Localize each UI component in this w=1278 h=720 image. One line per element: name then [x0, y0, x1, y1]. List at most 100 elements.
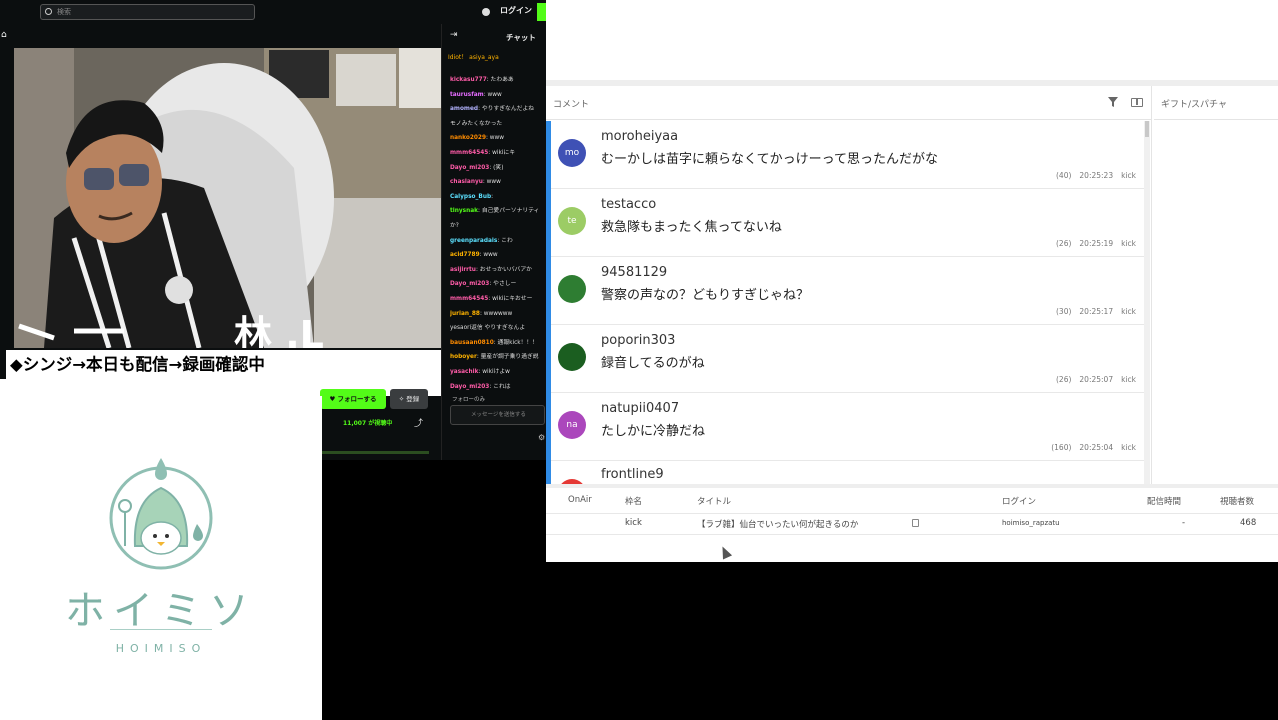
chat-username[interactable]: hoboyer: [450, 354, 477, 360]
chat-username[interactable]: Calypso_Bub: [450, 194, 491, 200]
comment-text: むーかしは苗字に頼らなくてかっけーって思ったんだがな: [601, 152, 938, 167]
chat-username[interactable]: Dayo_mi203: [450, 281, 489, 287]
login-button[interactable]: ログイン: [500, 5, 532, 16]
chat-text: 量産が調子乗り過ぎ説: [480, 354, 539, 361]
logo-subtitle: HOIMISO: [115, 642, 207, 655]
chat-message: モノみたくなかった: [450, 120, 546, 128]
avatar[interactable]: na: [558, 411, 586, 439]
comment-text: 警察の声なの？どもりすぎじゃね？: [601, 288, 810, 303]
chat-mode-note: フォローのみ: [452, 397, 486, 403]
chat-text: これは: [493, 383, 511, 390]
chat-message: hoboyer: 量産が調子乗り過ぎ説: [450, 354, 539, 361]
comment-meta: (160) 20:25:04 kick: [1043, 443, 1136, 452]
signup-button[interactable]: [537, 3, 546, 21]
avatar[interactable]: [558, 275, 586, 303]
scrollbar-thumb[interactable]: [1145, 121, 1149, 137]
comment-platform: kick: [1121, 171, 1136, 180]
chat-username[interactable]: greenparadais: [450, 238, 497, 244]
chat-username[interactable]: nanko2029: [450, 135, 486, 141]
filter-icon[interactable]: [1108, 97, 1118, 107]
chat-message: Dayo_mi203: やさしー: [450, 281, 517, 288]
comment-count: (160): [1051, 443, 1072, 452]
chat-username[interactable]: mmm64545: [450, 296, 488, 302]
column-login[interactable]: ログイン: [1002, 495, 1036, 507]
follow-button[interactable]: ♥ フォローする: [320, 389, 386, 409]
chat-message-input[interactable]: メッセージを送信する: [450, 405, 545, 425]
chat-text: たわああ: [490, 77, 514, 83]
video-player[interactable]: 林 .L: [14, 48, 441, 348]
comment-text: 救急隊もまったく焦ってないね: [601, 220, 782, 235]
chat-text: モノみたくなかった: [450, 120, 503, 127]
cell-viewers: 468: [1240, 518, 1257, 528]
column-site[interactable]: 枠名: [625, 495, 642, 507]
search-icon: [45, 8, 52, 15]
chat-username[interactable]: acid7789: [450, 252, 480, 258]
comment-count: (26): [1056, 239, 1072, 248]
avatar[interactable]: [558, 343, 586, 371]
chat-username[interactable]: Dayo_mi203: [450, 165, 489, 171]
chat-username[interactable]: chaslanyu: [450, 179, 483, 185]
column-title[interactable]: タイトル: [697, 495, 731, 507]
comment-meta: (40) 20:25:23 kick: [1048, 171, 1136, 180]
subscribe-label: 登録: [406, 395, 420, 403]
comments-header: [546, 88, 1152, 120]
comment-platform: kick: [1121, 307, 1136, 316]
chat-username[interactable]: taurusfam: [450, 92, 484, 98]
comment-count: (40): [1056, 171, 1072, 180]
comment-item[interactable]: poporin303 録音してるのがね (26) 20:25:07 kick: [551, 325, 1144, 393]
pane-divider[interactable]: [546, 484, 1278, 488]
chat-message: bausaan0810: 通報kick！！！: [450, 339, 539, 346]
column-duration[interactable]: 配信時間: [1147, 495, 1181, 507]
theme-toggle-icon[interactable]: [482, 8, 490, 16]
comment-item[interactable]: mo moroheiyaa むーかしは苗字に頼らなくてかっけーって思ったんだがな (4…: [551, 121, 1144, 189]
chat-pinned-message: Idiot！ asiya_aya: [448, 52, 544, 64]
column-viewers[interactable]: 視聴者数: [1220, 495, 1254, 507]
hoimiso-logo-image: [109, 458, 213, 570]
chat-text: やさしー: [493, 281, 517, 288]
collapse-chat-icon[interactable]: ⇥: [450, 30, 458, 40]
comment-platform: kick: [1121, 443, 1136, 452]
comment-item[interactable]: na natupii0407 たしかに冷静だね (160) 20:25:04 kick: [551, 393, 1144, 461]
chat-username[interactable]: jurian_88: [450, 311, 480, 317]
stream-progress-bar: [322, 451, 429, 454]
logo-wordmark: ホイミソ: [65, 588, 257, 634]
comment-username: 94581129: [601, 265, 668, 280]
chat-username[interactable]: amomed: [450, 106, 478, 112]
chat-message: chaslanyu: www: [450, 179, 501, 186]
copy-icon[interactable]: [912, 519, 919, 527]
chat-message: asijirrtu: おせっかいババアか: [450, 266, 532, 273]
chat-text: 自己愛パーソナリティ: [481, 208, 540, 215]
subscribe-button[interactable]: ✧ 登録: [390, 389, 428, 409]
comment-item[interactable]: 94581129 警察の声なの？どもりすぎじゃね？ (30) 20:25:17 kick: [551, 257, 1144, 325]
home-icon[interactable]: ⌂: [1, 30, 7, 40]
logo-divider: [110, 629, 212, 630]
follow-label: フォローする: [337, 395, 377, 403]
chat-username[interactable]: Dayo_mi203: [450, 384, 489, 390]
search-input[interactable]: 検索: [40, 4, 255, 20]
split-view-icon[interactable]: [1131, 98, 1143, 107]
chat-message: yasachik: wikiけよw: [450, 369, 510, 375]
avatar[interactable]: te: [558, 207, 586, 235]
comments-scrollbar[interactable]: [1144, 121, 1150, 484]
comment-username: frontline9: [601, 467, 664, 482]
comment-meta: (26) 20:25:19 kick: [1048, 239, 1136, 248]
gear-icon[interactable]: ⚙: [538, 433, 545, 442]
chat-text: www: [489, 135, 505, 142]
avatar[interactable]: mo: [558, 139, 586, 167]
chat-username[interactable]: bausaan0810: [450, 340, 494, 346]
chat-username[interactable]: kickasu777: [450, 77, 487, 83]
comment-time: 20:25:23: [1079, 171, 1114, 180]
share-icon[interactable]: ⤴: [414, 416, 423, 429]
chat-username[interactable]: mmm64545: [450, 150, 488, 156]
comment-count: (30): [1056, 307, 1072, 316]
chat-username[interactable]: yasachik: [450, 369, 478, 375]
comment-text: たしかに冷静だね: [601, 424, 706, 439]
column-onair[interactable]: OnAir: [568, 495, 592, 505]
comment-time: 20:25:17: [1079, 307, 1114, 316]
comment-username: moroheiyaa: [601, 129, 679, 144]
chat-message: greenparadais: こわ: [450, 237, 513, 244]
chat-username[interactable]: tinysnak: [450, 208, 478, 214]
comment-item[interactable]: te testacco 救急隊もまったく焦ってないね (26) 20:25:19 kick: [551, 189, 1144, 257]
comment-item[interactable]: frontline9: [551, 461, 1144, 484]
chat-username[interactable]: asijirrtu: [450, 267, 476, 273]
